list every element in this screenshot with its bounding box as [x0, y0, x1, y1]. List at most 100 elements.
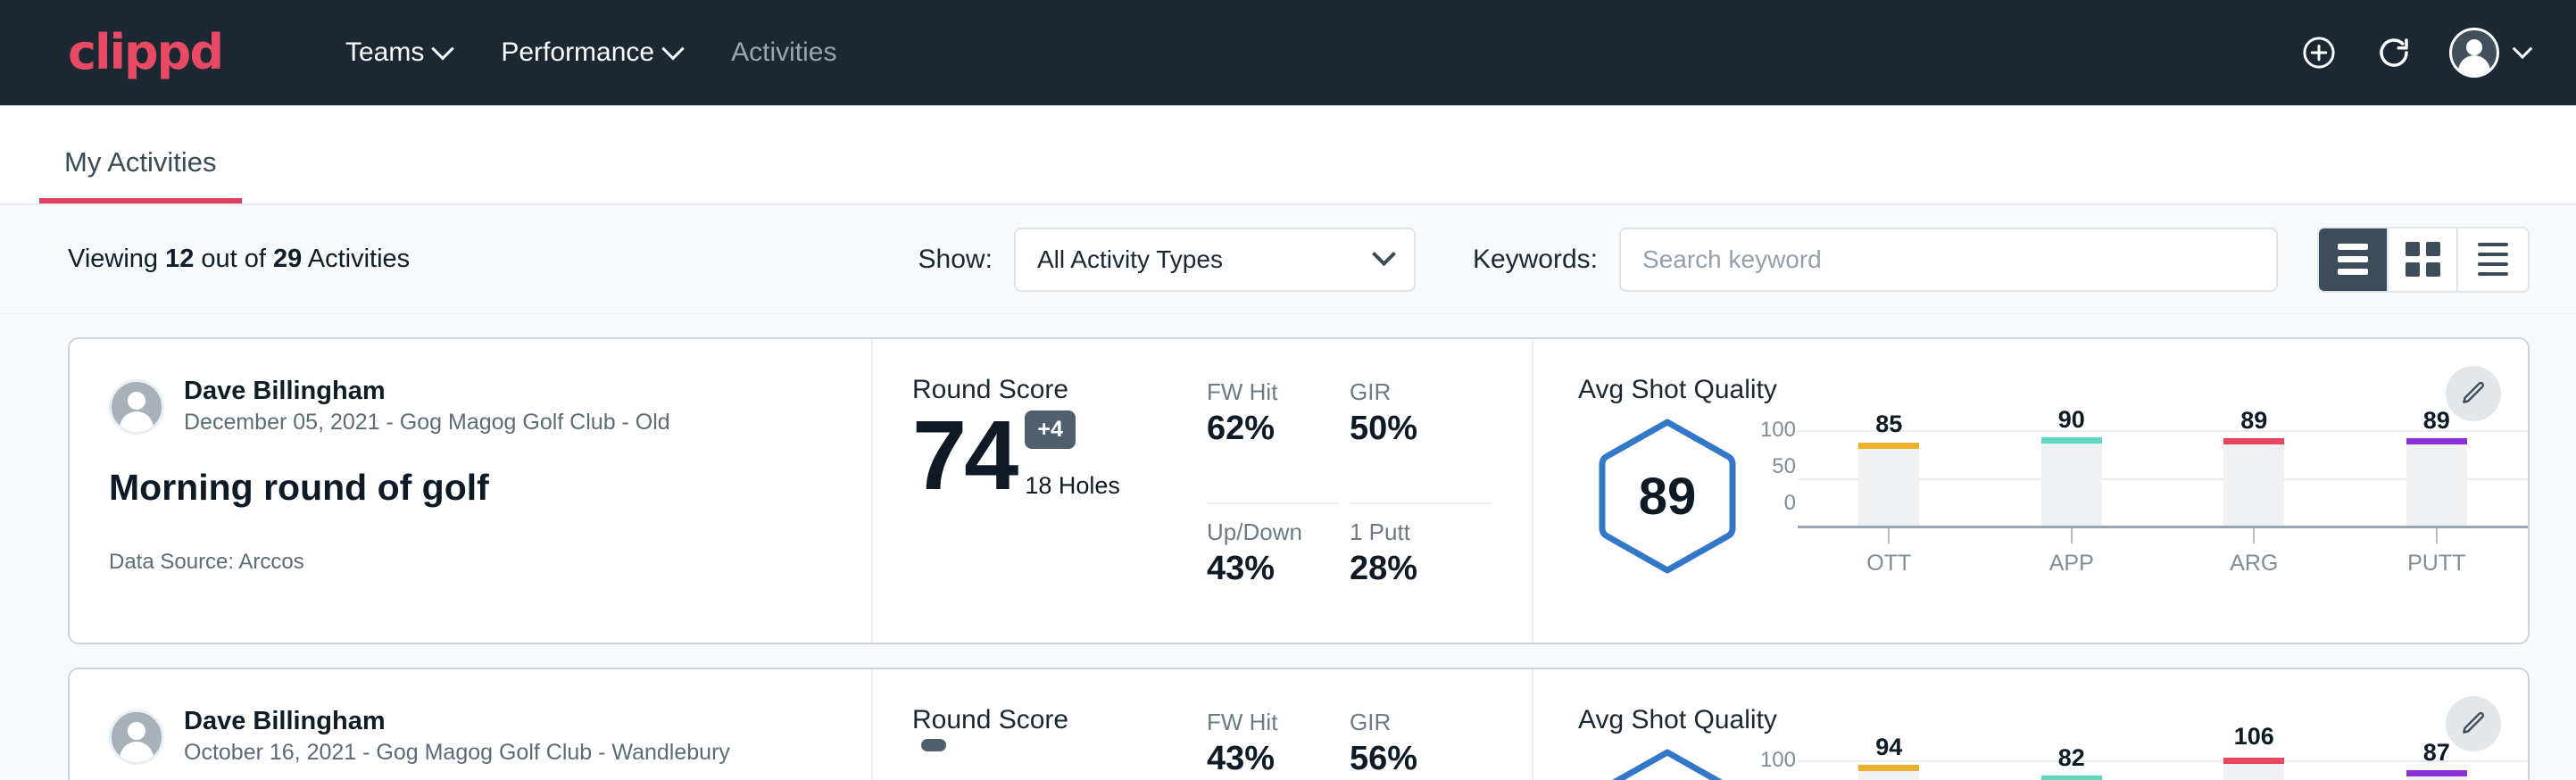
stat-gir-value: 50% [1350, 410, 1492, 448]
clippd-logo[interactable]: clippd [68, 29, 222, 77]
activity-type-select[interactable]: All Activity Types [1014, 228, 1416, 292]
activity-date-course: October 16, 2021 - Gog Magog Golf Club -… [184, 737, 730, 768]
viewing-suffix: Activities [302, 245, 410, 273]
bar-arg: 89 [2163, 427, 2346, 526]
keywords-label: Keywords: [1473, 245, 1598, 275]
activity-date-course: December 05, 2021 - Gog Magog Golf Club … [184, 407, 670, 438]
stat-gir: GIR 50% [1350, 378, 1492, 504]
bar-arg-value: 106 [2234, 723, 2274, 751]
nav-item-performance[interactable]: Performance [476, 37, 706, 68]
bar-app-value: 82 [2058, 744, 2085, 772]
pencil-icon [2459, 379, 2488, 408]
nav-item-activities[interactable]: Activities [706, 37, 861, 68]
refresh-button[interactable] [2374, 33, 2414, 72]
holes-count: 18 Holes [1025, 472, 1120, 503]
stat-gir: GIR 56% [1350, 709, 1492, 780]
overall-score-hexagon [1578, 741, 1757, 780]
bar-arg-cap [2223, 758, 2284, 764]
avg-shot-quality-label: Avg Shot Quality [1578, 705, 2528, 735]
tab-my-activities[interactable]: My Activities [39, 146, 242, 203]
detail-view-icon [2478, 243, 2508, 276]
bar-ott-cap [1858, 765, 1919, 771]
activity-list: Dave Billingham December 05, 2021 - Gog … [0, 314, 2576, 780]
view-toggle-grid[interactable] [2389, 228, 2458, 291]
stat-up-down: Up/Down 43% [1207, 519, 1339, 643]
activity-card[interactable]: Dave Billingham December 05, 2021 - Gog … [68, 337, 2530, 644]
xtick-arg-label: ARG [2230, 551, 2278, 577]
bar-putt: 89 [2346, 427, 2529, 526]
round-score-meta: +4 18 Holes [1025, 411, 1120, 503]
view-mode-toggle [2317, 227, 2530, 293]
nav-item-teams[interactable]: Teams [320, 37, 476, 68]
y-tick-50: 50 [1772, 454, 1796, 479]
activity-author: Dave Billingham December 05, 2021 - Gog … [109, 375, 832, 438]
stat-gir-label: GIR [1350, 378, 1492, 406]
stat-gir-label: GIR [1350, 709, 1492, 736]
nav-item-teams-label: Teams [345, 37, 424, 68]
y-tick-0: 0 [1784, 491, 1796, 516]
search-input[interactable] [1619, 228, 2278, 292]
tickmark-icon [2071, 528, 2073, 544]
bar-app-cap [2041, 437, 2102, 444]
bar-arg-rect [2223, 758, 2284, 780]
round-score-block: Round Score [912, 705, 1207, 780]
stat-up-down-value: 43% [1207, 550, 1339, 588]
stat-one-putt-value: 28% [1350, 550, 1492, 588]
avatar [109, 379, 164, 435]
bar-ott-cap [1858, 443, 1919, 449]
overall-score-hexagon: 89 [1578, 411, 1757, 575]
toolbar-controls: Show: All Activity Types Keywords: [918, 227, 2530, 293]
activity-info-column: Dave Billingham December 05, 2021 - Gog … [70, 339, 873, 643]
avg-shot-quality-label: Avg Shot Quality [1578, 375, 2528, 405]
activity-chart-column: Avg Shot Quality 89 100 50 [1533, 339, 2528, 643]
xtick-putt: PUTT [2346, 528, 2529, 577]
add-activity-button[interactable] [2299, 33, 2339, 72]
viewing-total: 29 [273, 245, 302, 273]
xtick-putt-label: PUTT [2407, 551, 2465, 577]
stat-fw-hit-label: FW Hit [1207, 709, 1339, 736]
y-tick-100: 100 [1760, 418, 1796, 443]
stat-fw-hit-value: 62% [1207, 410, 1339, 448]
score-to-par-badge [921, 739, 946, 751]
bar-app-rect [2041, 776, 2102, 780]
filter-toolbar: Viewing 12 out of 29 Activities Show: Al… [0, 205, 2576, 314]
bar-arg-value: 89 [2240, 407, 2267, 435]
bar-ott-value: 85 [1875, 411, 1902, 438]
xtick-arg: ARG [2163, 528, 2346, 577]
overall-shot-quality-value: 89 [1597, 418, 1738, 575]
edit-activity-button[interactable] [2446, 366, 2501, 421]
bar-putt-value: 87 [2423, 739, 2450, 767]
shot-quality-chart: 89 100 50 0 [1578, 411, 2528, 577]
user-menu[interactable] [2449, 28, 2530, 78]
bar-ott: 85 [1798, 427, 1981, 526]
bar-arg: 106 [2163, 758, 2346, 780]
view-toggle-detail[interactable] [2458, 228, 2528, 291]
edit-activity-button[interactable] [2446, 696, 2501, 751]
activity-chart-column: Avg Shot Quality 100 50 [1533, 669, 2528, 780]
activity-type-select-value: All Activity Types [1037, 245, 1223, 274]
bar-putt-cap [2406, 438, 2467, 444]
show-label: Show: [918, 245, 993, 275]
bar-chart-plot: 100 50 0 85 [1798, 430, 2528, 528]
list-view-icon [2338, 244, 2368, 275]
bar-putt-value: 89 [2423, 407, 2450, 435]
y-axis-labels: 100 50 0 [1755, 430, 1796, 528]
bar-chart: 100 50 0 85 [1757, 411, 2528, 577]
round-stats-grid: FW Hit 43% GIR 56% Up/Down 1 Putt [1207, 705, 1492, 780]
chevron-down-icon [661, 37, 684, 60]
round-score-value: 74 [912, 409, 1016, 503]
activity-card[interactable]: Dave Billingham October 16, 2021 - Gog M… [68, 668, 2530, 780]
stat-up-down-label: Up/Down [1207, 519, 1339, 546]
view-toggle-list[interactable] [2319, 228, 2389, 291]
activity-title: Morning round of golf [109, 467, 832, 509]
chevron-down-icon [1372, 242, 1396, 266]
xtick-app: APP [1981, 528, 2164, 577]
stat-one-putt: 1 Putt 28% [1350, 519, 1492, 643]
bar-ott-value: 94 [1875, 734, 1902, 761]
bars-group: 94 82 [1798, 758, 2528, 780]
viewing-count: 12 [165, 245, 194, 273]
round-score-row: 74 +4 18 Holes [912, 409, 1207, 503]
bar-app: 90 [1981, 427, 2164, 526]
stat-fw-hit-value: 43% [1207, 740, 1339, 778]
activity-author: Dave Billingham October 16, 2021 - Gog M… [109, 705, 832, 768]
